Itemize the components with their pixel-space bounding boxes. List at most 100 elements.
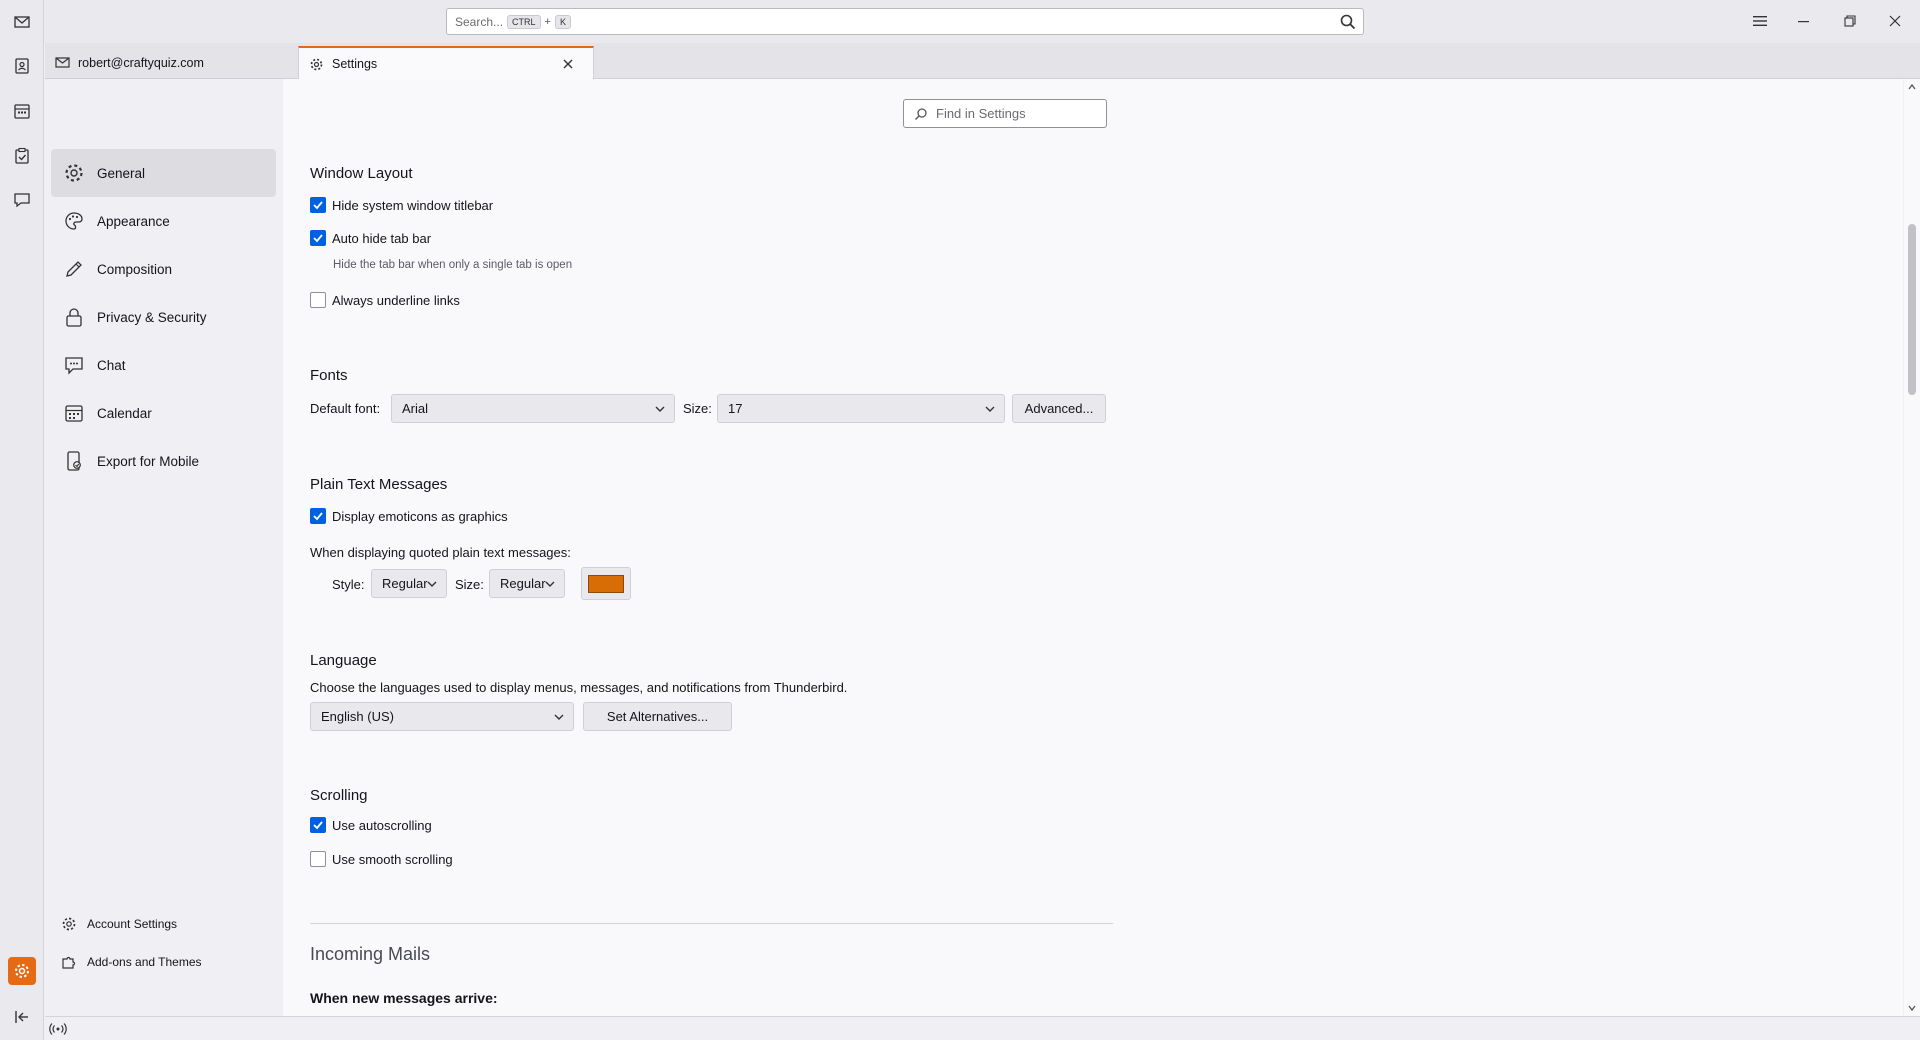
quote-color-picker[interactable]: [581, 567, 631, 600]
checkbox-unchecked[interactable]: [310, 851, 326, 867]
hide-titlebar-checkbox[interactable]: Hide system window titlebar: [310, 197, 493, 213]
gear-icon: [62, 917, 76, 931]
auto-hide-tabbar-checkbox[interactable]: Auto hide tab bar: [310, 230, 431, 246]
gear-icon: [310, 58, 323, 70]
collapse-left-icon: [15, 1011, 28, 1023]
tab-mail[interactable]: robert@craftyquiz.com: [45, 46, 295, 79]
tasks-space-button[interactable]: [8, 142, 36, 170]
sidebar-item-privacy[interactable]: Privacy & Security: [51, 293, 276, 341]
checkbox-checked[interactable]: [310, 817, 326, 833]
emoticons-checkbox[interactable]: Display emoticons as graphics: [310, 508, 508, 524]
sidebar-item-appearance[interactable]: Appearance: [51, 197, 276, 245]
chat-space-button[interactable]: [8, 186, 36, 214]
chevron-down-icon: [554, 714, 564, 720]
sidebar-item-export-mobile[interactable]: Export for Mobile: [51, 437, 276, 485]
app-menu-button[interactable]: [1742, 8, 1778, 34]
sidebar-item-composition[interactable]: Composition: [51, 245, 276, 293]
calendar-icon: [14, 104, 30, 119]
address-book-icon: [15, 58, 29, 74]
tasks-icon: [15, 147, 29, 164]
minimize-icon: [1798, 21, 1809, 23]
scroll-up-icon[interactable]: [1907, 82, 1917, 92]
checkbox-checked[interactable]: [310, 197, 326, 213]
mobile-export-icon: [67, 451, 81, 471]
set-alternatives-button[interactable]: Set Alternatives...: [583, 702, 732, 731]
tab-strip: robert@craftyquiz.com Settings: [45, 43, 1920, 80]
sidebar-item-label: General: [97, 165, 146, 181]
settings-sidebar: General Appearance Composition Privacy &…: [45, 79, 283, 1016]
language-select[interactable]: English (US): [310, 702, 574, 731]
autoscroll-checkbox[interactable]: Use autoscrolling: [310, 817, 432, 833]
minimize-button[interactable]: [1786, 8, 1822, 34]
settings-space-button[interactable]: [8, 957, 36, 985]
checkbox-label: Auto hide tab bar: [332, 230, 432, 246]
quote-color-swatch: [588, 574, 624, 593]
section-title-incoming-mails: Incoming Mails: [310, 944, 431, 964]
font-size-select[interactable]: 17: [717, 394, 1005, 423]
settings-content: Find in Settings Window Layout Hide syst…: [283, 79, 1903, 1016]
restore-icon: [1844, 15, 1856, 27]
global-search-input[interactable]: Search... CTRL + K: [446, 8, 1364, 35]
sidebar-item-calendar[interactable]: Calendar: [51, 389, 276, 437]
close-tab-icon[interactable]: [561, 57, 575, 71]
checkmark-icon: [313, 234, 323, 243]
font-size-label: Size:: [683, 401, 712, 416]
fonts-advanced-button[interactable]: Advanced...: [1012, 394, 1106, 423]
calendar-icon: [65, 405, 83, 422]
sidebar-item-label: Calendar: [97, 405, 152, 421]
addons-themes-link[interactable]: Add-ons and Themes: [61, 950, 202, 974]
account-settings-link[interactable]: Account Settings: [61, 912, 177, 936]
calendar-space-button[interactable]: [8, 97, 36, 125]
scroll-down-icon[interactable]: [1907, 1003, 1917, 1013]
sidebar-item-label: Composition: [97, 261, 173, 277]
shortcut-key-k: K: [554, 14, 571, 29]
section-title-scrolling: Scrolling: [310, 787, 368, 804]
section-divider: [310, 923, 1113, 924]
collapse-spaces-button[interactable]: [8, 1003, 36, 1031]
spaces-toolbar: [0, 0, 44, 1040]
checkmark-icon: [313, 201, 323, 210]
chevron-down-icon: [545, 581, 555, 587]
tab-settings[interactable]: Settings: [298, 46, 594, 80]
close-window-button[interactable]: [1877, 8, 1913, 34]
shortcut-plus: +: [544, 15, 551, 28]
hamburger-icon: [1753, 16, 1767, 26]
sidebar-item-label: Appearance: [97, 213, 170, 229]
default-font-select[interactable]: Arial: [391, 394, 675, 423]
sidebar-item-label: Chat: [97, 357, 126, 373]
address-book-space-button[interactable]: [8, 52, 36, 80]
checkbox-checked[interactable]: [310, 230, 326, 246]
shortcut-key-ctrl: CTRL: [507, 14, 541, 29]
checkbox-checked[interactable]: [310, 508, 326, 524]
checkmark-icon: [313, 512, 323, 521]
connection-status-icon[interactable]: [49, 1022, 67, 1036]
checkmark-icon: [313, 821, 323, 830]
quote-style-value: Regular: [382, 576, 428, 591]
section-title-plain-text: Plain Text Messages: [310, 476, 448, 493]
sidebar-item-label: Export for Mobile: [97, 453, 200, 469]
lock-icon: [66, 308, 82, 327]
font-size-value: 17: [728, 401, 743, 416]
gear-icon: [65, 164, 83, 182]
scrollbar-thumb[interactable]: [1908, 224, 1916, 395]
sidebar-item-label: Privacy & Security: [97, 309, 207, 325]
sidebar-item-general[interactable]: General: [51, 149, 276, 197]
underline-links-checkbox[interactable]: Always underline links: [310, 292, 460, 308]
sidebar-item-chat[interactable]: Chat: [51, 341, 276, 389]
mail-space-button[interactable]: [8, 8, 36, 36]
smooth-scroll-checkbox[interactable]: Use smooth scrolling: [310, 851, 453, 867]
account-settings-label: Account Settings: [87, 917, 178, 931]
quote-style-label: Style:: [332, 577, 365, 592]
default-font-label: Default font:: [310, 401, 381, 416]
quote-size-select[interactable]: Regular: [489, 569, 565, 598]
find-in-settings-input[interactable]: Find in Settings: [903, 99, 1107, 128]
auto-hide-hint: Hide the tab bar when only a single tab …: [333, 259, 573, 271]
quote-style-select[interactable]: Regular: [371, 569, 447, 598]
addons-themes-label: Add-ons and Themes: [87, 955, 202, 969]
search-icon[interactable]: [1339, 13, 1357, 31]
chevron-down-icon: [427, 581, 437, 587]
vertical-scrollbar[interactable]: [1904, 79, 1920, 1016]
checkbox-unchecked[interactable]: [310, 292, 326, 308]
title-bar: Search... CTRL + K: [0, 0, 1920, 43]
restore-button[interactable]: [1832, 8, 1868, 34]
